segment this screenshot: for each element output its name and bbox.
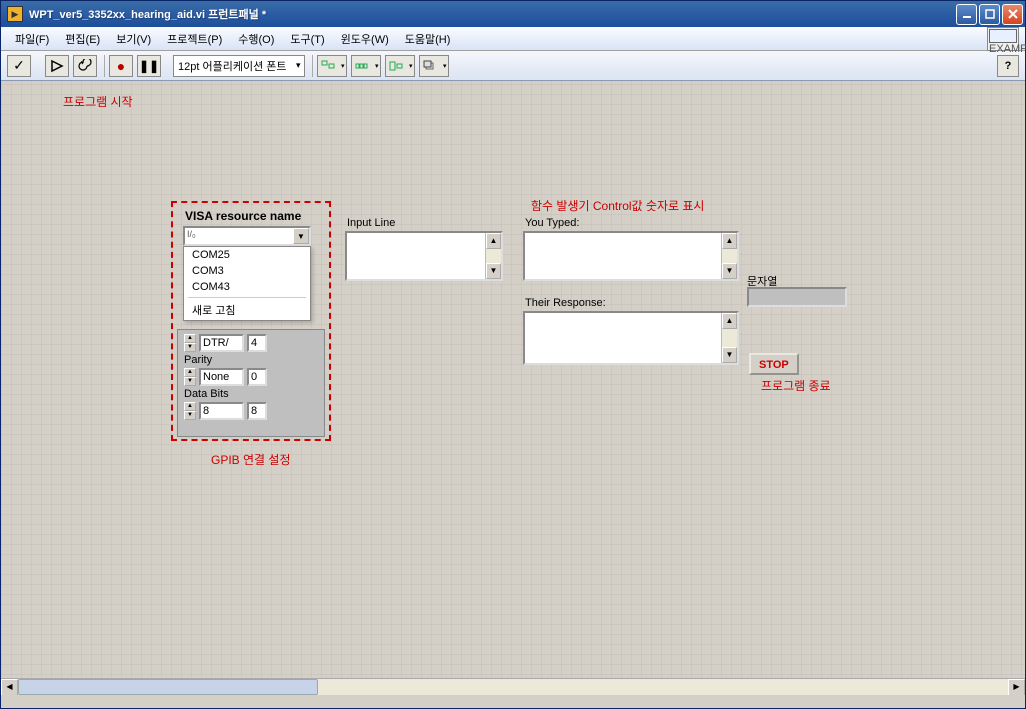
scroll-thumb[interactable] — [18, 679, 318, 695]
annotation-gpib: GPIB 연결 설정 — [211, 451, 291, 468]
you-typed-textbox[interactable]: ▲ ▼ — [523, 231, 739, 281]
maximize-button[interactable] — [979, 4, 1000, 25]
scroll-right-icon[interactable]: ▶ — [1008, 679, 1025, 695]
databits-label: Data Bits — [184, 388, 318, 400]
their-response-label: Their Response: — [525, 297, 606, 309]
scroll-track[interactable] — [722, 249, 737, 263]
horizontal-scrollbar[interactable]: ◀ ▶ — [1, 678, 1025, 695]
pause-button[interactable]: ❚❚ — [137, 55, 161, 77]
menu-edit[interactable]: 편집(E) — [57, 28, 108, 50]
visa-resource-combo[interactable]: I/₀ ▼ — [183, 226, 311, 246]
scroll-track[interactable] — [722, 329, 737, 347]
parity-label: Parity — [184, 354, 318, 366]
databits-spinner[interactable]: ▲▼ — [184, 402, 196, 420]
you-typed-label: You Typed: — [525, 217, 579, 229]
menu-project[interactable]: 프로젝트(P) — [159, 28, 230, 50]
scroll-track[interactable] — [18, 679, 1008, 695]
menu-view[interactable]: 보기(V) — [108, 28, 159, 50]
abort-button[interactable]: ● — [109, 55, 133, 77]
their-response-scrollbar[interactable]: ▲ ▼ — [721, 313, 737, 363]
visa-option-com3[interactable]: COM3 — [184, 263, 310, 279]
scroll-down-icon[interactable]: ▼ — [722, 263, 737, 279]
string-indicator — [747, 287, 847, 307]
menu-execute[interactable]: 수행(O) — [230, 28, 282, 50]
annotation-program-start: 프로그램 시작 — [63, 93, 133, 110]
run-button[interactable] — [45, 55, 69, 77]
scroll-down-icon[interactable]: ▼ — [486, 263, 501, 279]
scroll-up-icon[interactable]: ▲ — [722, 233, 737, 249]
grid-background — [1, 81, 1025, 695]
input-line-scrollbar[interactable]: ▲ ▼ — [485, 233, 501, 279]
context-help-button[interactable]: ? — [997, 55, 1019, 77]
dtr-spinner[interactable]: ▲▼ — [184, 334, 196, 352]
example-badge-icon: EXAMPLE — [987, 27, 1019, 51]
menu-file[interactable]: 파일(F) — [7, 28, 57, 50]
check-button[interactable]: ✓ — [7, 55, 31, 77]
annotation-control-value: 함수 발생기 Control값 숫자로 표시 — [531, 197, 704, 214]
menu-help[interactable]: 도움말(H) — [397, 28, 459, 50]
databits-num-field[interactable]: 8 — [247, 402, 267, 420]
input-line-label: Input Line — [347, 217, 395, 229]
scroll-left-icon[interactable]: ◀ — [1, 679, 18, 695]
dropdown-separator — [188, 297, 306, 298]
visa-option-com25[interactable]: COM25 — [184, 247, 310, 263]
chevron-down-icon[interactable]: ▼ — [293, 228, 309, 244]
run-continuous-button[interactable] — [73, 55, 97, 77]
menu-tool[interactable]: 도구(T) — [282, 28, 332, 50]
resize-tool[interactable] — [385, 55, 415, 77]
their-response-textbox[interactable]: ▲ ▼ — [523, 311, 739, 365]
dtr-value-field[interactable]: 4 — [247, 334, 267, 352]
align-tool[interactable] — [317, 55, 347, 77]
front-panel-canvas[interactable]: 프로그램 시작 VISA resource name I/₀ ▼ COM25 C… — [1, 81, 1025, 695]
scroll-track[interactable] — [486, 249, 501, 263]
stop-button[interactable]: STOP — [749, 353, 799, 375]
visa-option-com43[interactable]: COM43 — [184, 279, 310, 295]
scroll-up-icon[interactable]: ▲ — [722, 313, 737, 329]
menu-window[interactable]: 윈도우(W) — [333, 28, 397, 50]
scroll-up-icon[interactable]: ▲ — [486, 233, 501, 249]
parity-num-field[interactable]: 0 — [247, 368, 267, 386]
visa-dropdown: COM25 COM3 COM43 새로 고침 — [183, 246, 311, 321]
io-icon: I/₀ — [187, 229, 201, 243]
dtr-label-field[interactable]: DTR/ — [199, 334, 244, 352]
visa-refresh-option[interactable]: 새로 고침 — [184, 300, 310, 320]
scroll-down-icon[interactable]: ▼ — [722, 347, 737, 363]
parity-value-field[interactable]: None — [199, 368, 244, 386]
font-select[interactable]: 12pt 어플리케이션 폰트 — [173, 55, 305, 77]
databits-value-field[interactable]: 8 — [199, 402, 244, 420]
annotation-program-end: 프로그램 종료 — [761, 377, 831, 394]
close-button[interactable] — [1002, 4, 1023, 25]
minimize-button[interactable] — [956, 4, 977, 25]
distribute-tool[interactable] — [351, 55, 381, 77]
you-typed-scrollbar[interactable]: ▲ ▼ — [721, 233, 737, 279]
window-title: WPT_ver5_3352xx_hearing_aid.vi 프런트패널 * — [27, 6, 956, 22]
visa-label: VISA resource name — [185, 209, 301, 223]
serial-settings-panel: ▲▼ DTR/ 4 Parity ▲▼ None 0 Data Bits ▲▼ … — [177, 329, 325, 437]
toolbar: ✓ ● ❚❚ 12pt 어플리케이션 폰트 ? — [1, 51, 1025, 81]
parity-spinner[interactable]: ▲▼ — [184, 368, 196, 386]
app-icon: ▶ — [7, 6, 23, 22]
input-line-textbox[interactable]: ▲ ▼ — [345, 231, 503, 281]
titlebar: ▶ WPT_ver5_3352xx_hearing_aid.vi 프런트패널 * — [1, 1, 1025, 27]
menubar: 파일(F) 편집(E) 보기(V) 프로젝트(P) 수행(O) 도구(T) 윈도… — [1, 27, 1025, 51]
reorder-tool[interactable] — [419, 55, 449, 77]
